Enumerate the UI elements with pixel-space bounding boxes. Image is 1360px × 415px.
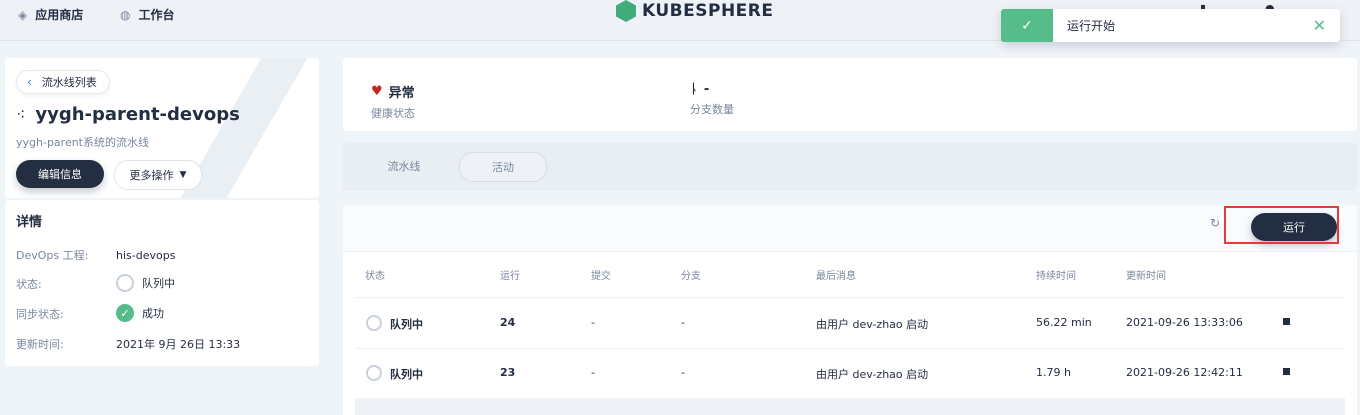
- back-to-pipeline-list-button[interactable]: ‹ 流水线列表: [16, 70, 110, 94]
- detail-sync-status: 同步状态: ✓ 成功: [16, 304, 164, 322]
- branch-count-stat: ᚿ - 分支数量: [690, 82, 734, 117]
- dashboard-icon: ◍: [120, 7, 131, 22]
- health-value: 异常: [388, 86, 415, 101]
- caret-down-icon: ▼: [179, 170, 187, 180]
- row-updated: 2021-09-26 13:33:06: [1126, 316, 1243, 329]
- logo-text: KUBESPHERE: [642, 1, 774, 21]
- pipeline-icon: ⁖: [16, 105, 26, 124]
- detail-label: 更新时间:: [16, 338, 64, 351]
- detail-value: 队列中: [142, 277, 175, 290]
- tab-pipeline[interactable]: 流水线: [372, 152, 436, 180]
- detail-label: 同步状态:: [16, 308, 64, 321]
- nav-workbench-label: 工作台: [138, 8, 175, 22]
- row-run-number[interactable]: 23: [500, 366, 515, 379]
- more-actions-label: 更多操作: [129, 169, 174, 182]
- detail-updated-time: 更新时间: 2021年 9月 26日 13:33: [16, 336, 240, 352]
- details-heading: 详情: [16, 215, 43, 230]
- edit-info-button[interactable]: 编辑信息: [16, 160, 104, 188]
- tab-activity[interactable]: 活动: [459, 152, 547, 182]
- kubesphere-logo[interactable]: KUBESPHERE: [616, 0, 774, 22]
- nav-app-store-label: 应用商店: [35, 8, 84, 22]
- column-header-run[interactable]: 运行: [500, 267, 520, 282]
- chevron-left-icon: ‹: [27, 75, 32, 89]
- toast-message: 运行开始: [1067, 19, 1116, 33]
- column-header-updated-time[interactable]: 更新时间: [1126, 267, 1166, 282]
- more-actions-button[interactable]: 更多操作 ▼: [114, 160, 202, 190]
- back-label: 流水线列表: [41, 76, 97, 89]
- branch-value: -: [703, 82, 710, 97]
- row-status: 队列中: [390, 368, 423, 381]
- detail-value: 2021年 9月 26日 13:33: [116, 338, 241, 351]
- stop-icon[interactable]: [1283, 318, 1290, 325]
- stats-card: [343, 58, 1357, 131]
- health-status-stat: ♥ 异常 健康状态: [371, 82, 415, 121]
- pipeline-name: yygh-parent-devops: [35, 104, 240, 125]
- column-header-branch[interactable]: 分支: [681, 267, 701, 282]
- row-duration: 1.79 h: [1036, 366, 1071, 379]
- close-icon[interactable]: ✕: [1313, 16, 1326, 35]
- branch-label: 分支数量: [690, 103, 734, 116]
- nav-app-store[interactable]: ◈ 应用商店: [18, 6, 83, 23]
- broken-heart-icon: ♥: [371, 84, 383, 99]
- column-header-last-message[interactable]: 最后消息: [816, 267, 856, 282]
- queued-status-icon: [366, 365, 382, 381]
- column-header-duration[interactable]: 持续时间: [1036, 267, 1076, 282]
- check-icon: ✓: [1001, 9, 1053, 42]
- queued-status-icon: [116, 274, 134, 292]
- detail-devops-project: DevOps 工程: his-devops: [16, 247, 175, 263]
- row-branch: -: [681, 316, 685, 329]
- detail-status: 状态: 队列中: [16, 274, 175, 292]
- health-label: 健康状态: [371, 107, 415, 120]
- branch-icon: ᚿ: [690, 82, 698, 97]
- row-status: 队列中: [390, 318, 423, 331]
- row-commit: -: [591, 316, 595, 329]
- row-commit: -: [591, 366, 595, 379]
- column-header-status[interactable]: 状态: [365, 267, 385, 282]
- row-branch: -: [681, 366, 685, 379]
- layers-icon: ◈: [18, 7, 28, 22]
- row-message: 由用户 dev-zhao 启动: [816, 368, 929, 381]
- row-run-number[interactable]: 24: [500, 316, 515, 329]
- column-header-commit[interactable]: 提交: [591, 267, 611, 282]
- stop-icon[interactable]: [1283, 368, 1290, 375]
- success-check-icon: ✓: [116, 304, 134, 322]
- detail-value: 成功: [142, 307, 164, 320]
- detail-value: his-devops: [116, 248, 176, 262]
- refresh-icon[interactable]: ↻: [1210, 216, 1220, 230]
- table-row[interactable]: [355, 398, 1345, 415]
- detail-label: DevOps 工程:: [16, 249, 89, 262]
- row-duration: 56.22 min: [1036, 316, 1092, 329]
- queued-status-icon: [366, 315, 382, 331]
- run-button-highlight: [1224, 206, 1339, 244]
- pipeline-title: ⁖ yygh-parent-devops: [16, 104, 240, 125]
- nav-workbench[interactable]: ◍ 工作台: [120, 6, 175, 23]
- detail-label: 状态:: [16, 278, 42, 291]
- kubesphere-logo-icon: [616, 0, 636, 22]
- pipeline-description: yygh-parent系统的流水线: [16, 136, 149, 149]
- row-message: 由用户 dev-zhao 启动: [816, 318, 929, 331]
- row-updated: 2021-09-26 12:42:11: [1126, 366, 1243, 379]
- notification-toast: ✓ 运行开始 ✕: [1001, 9, 1340, 42]
- list-toolbar: [343, 205, 1357, 252]
